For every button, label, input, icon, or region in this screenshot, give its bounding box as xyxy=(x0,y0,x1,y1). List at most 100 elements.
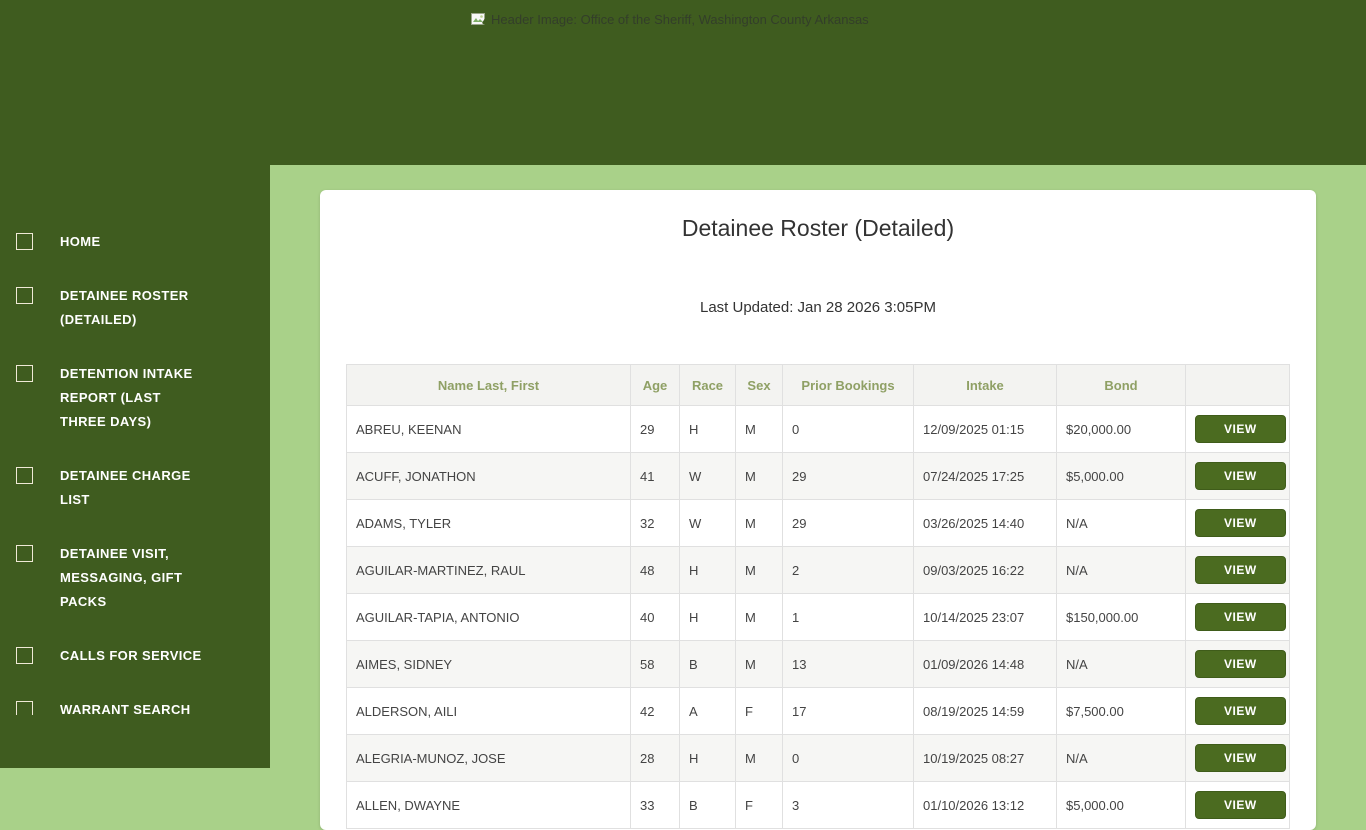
sidebar-menu-item[interactable]: DETAINEE VISIT, MESSAGING, GIFT PACKS xyxy=(16,542,270,614)
cell-age: 32 xyxy=(630,499,680,547)
sidebar-menu-item[interactable]: DETAINEE CHARGE LIST xyxy=(16,464,270,512)
sidebar-item-label: DETAINEE VISIT, MESSAGING, GIFT PACKS xyxy=(60,546,183,609)
cell-age: 33 xyxy=(630,781,680,829)
sidebar-item-label: DETAINEE ROSTER (DETAILED) xyxy=(60,288,189,327)
view-button[interactable]: VIEW xyxy=(1195,415,1286,443)
cell-intake: 01/10/2026 13:12 xyxy=(913,781,1057,829)
cell-sex: M xyxy=(735,405,783,453)
cell-intake: 10/14/2025 23:07 xyxy=(913,593,1057,641)
menu-item-broken-image-icon xyxy=(16,545,33,562)
main-card: Detainee Roster (Detailed) Last Updated:… xyxy=(320,190,1316,830)
table-row: ALLEN, DWAYNE 33 B F 3 01/10/2026 13:12 … xyxy=(346,781,1290,829)
broken-image-icon xyxy=(471,12,487,25)
cell-name: ALEGRIA-MUNOZ, JOSE xyxy=(346,734,631,782)
column-header: Sex xyxy=(735,364,783,406)
cell-race: W xyxy=(679,452,736,500)
cell-sex: F xyxy=(735,781,783,829)
sidebar-item-label: DETAINEE CHARGE LIST xyxy=(60,468,191,507)
roster-table-body: ABREU, KEENAN 29 H M 0 12/09/2025 01:15 … xyxy=(346,405,1290,829)
header-image-broken: Header Image: Office of the Sheriff, Was… xyxy=(471,12,869,27)
page-title: Detainee Roster (Detailed) xyxy=(681,215,955,241)
cell-bond: N/A xyxy=(1056,546,1186,594)
view-button[interactable]: VIEW xyxy=(1195,791,1286,819)
table-row: AIMES, SIDNEY 58 B M 13 01/09/2026 14:48… xyxy=(346,640,1290,688)
sidebar-item-label: WARRANT SEARCH xyxy=(60,702,191,715)
cell-intake: 12/09/2025 01:15 xyxy=(913,405,1057,453)
cell-bond: $5,000.00 xyxy=(1056,781,1186,829)
cell-name: ABREU, KEENAN xyxy=(346,405,631,453)
cell-race: A xyxy=(679,687,736,735)
menu-item-broken-image-icon xyxy=(16,467,33,484)
cell-bond: $5,000.00 xyxy=(1056,452,1186,500)
cell-prior-bookings: 1 xyxy=(782,593,914,641)
cell-race: H xyxy=(679,546,736,594)
cell-name: ADAMS, TYLER xyxy=(346,499,631,547)
column-header: Race xyxy=(679,364,736,406)
sidebar-menu-item[interactable]: DETENTION INTAKE REPORT (LAST THREE DAYS… xyxy=(16,362,270,434)
cell-sex: M xyxy=(735,546,783,594)
cell-sex: M xyxy=(735,734,783,782)
cell-prior-bookings: 3 xyxy=(782,781,914,829)
column-header: Prior Bookings xyxy=(782,364,914,406)
cell-bond: N/A xyxy=(1056,734,1186,782)
roster-table-header: Name Last, First Age Race Sex Prior Bookings… xyxy=(346,364,1290,406)
cell-age: 40 xyxy=(630,593,680,641)
cell-bond: $20,000.00 xyxy=(1056,405,1186,453)
sidebar-item-label: DETENTION INTAKE REPORT (LAST THREE DAYS… xyxy=(60,366,193,429)
table-row: AGUILAR-TAPIA, ANTONIO 40 H M 1 10/14/20… xyxy=(346,593,1290,641)
cell-name: ACUFF, JONATHON xyxy=(346,452,631,500)
cell-view: VIEW xyxy=(1185,593,1290,641)
cell-bond: N/A xyxy=(1056,640,1186,688)
cell-race: H xyxy=(679,734,736,782)
cell-name: AGUILAR-MARTINEZ, RAUL xyxy=(346,546,631,594)
view-button[interactable]: VIEW xyxy=(1195,697,1286,725)
cell-intake: 07/24/2025 17:25 xyxy=(913,452,1057,500)
sidebar-menu-item[interactable]: HOME xyxy=(16,230,270,254)
cell-prior-bookings: 13 xyxy=(782,640,914,688)
cell-view: VIEW xyxy=(1185,546,1290,594)
last-updated-text: Last Updated: Jan 28 2026 3:05PM xyxy=(699,299,936,316)
table-row: ABREU, KEENAN 29 H M 0 12/09/2025 01:15 … xyxy=(346,405,1290,453)
cell-intake: 10/19/2025 08:27 xyxy=(913,734,1057,782)
sidebar-menu: HOME DETAINEE ROSTER (DETAILED) DETENTIO… xyxy=(0,230,270,715)
menu-item-broken-image-icon xyxy=(16,233,33,250)
cell-intake: 08/19/2025 14:59 xyxy=(913,687,1057,735)
table-row: ACUFF, JONATHON 41 W M 29 07/24/2025 17:… xyxy=(346,452,1290,500)
cell-sex: F xyxy=(735,687,783,735)
cell-prior-bookings: 29 xyxy=(782,499,914,547)
cell-race: W xyxy=(679,499,736,547)
menu-item-broken-image-icon xyxy=(16,365,33,382)
cell-age: 48 xyxy=(630,546,680,594)
cell-intake: 01/09/2026 14:48 xyxy=(913,640,1057,688)
cell-name: AGUILAR-TAPIA, ANTONIO xyxy=(346,593,631,641)
cell-prior-bookings: 2 xyxy=(782,546,914,594)
table-row: ADAMS, TYLER 32 W M 29 03/26/2025 14:40 … xyxy=(346,499,1290,547)
cell-view: VIEW xyxy=(1185,640,1290,688)
column-header: Age xyxy=(630,364,680,406)
cell-sex: M xyxy=(735,499,783,547)
sidebar-item-label: CALLS FOR SERVICE xyxy=(60,648,202,663)
sidebar-menu-item[interactable]: WARRANT SEARCH xyxy=(16,698,270,715)
sidebar: HOME DETAINEE ROSTER (DETAILED) DETENTIO… xyxy=(0,0,270,768)
sidebar-menu-item[interactable]: CALLS FOR SERVICE xyxy=(16,644,270,668)
cell-view: VIEW xyxy=(1185,452,1290,500)
cell-name: ALDERSON, AILI xyxy=(346,687,631,735)
cell-prior-bookings: 0 xyxy=(782,734,914,782)
cell-race: H xyxy=(679,405,736,453)
cell-sex: M xyxy=(735,452,783,500)
column-header: Name Last, First xyxy=(346,364,631,406)
view-button[interactable]: VIEW xyxy=(1195,509,1286,537)
cell-age: 42 xyxy=(630,687,680,735)
view-button[interactable]: VIEW xyxy=(1195,603,1286,631)
cell-name: AIMES, SIDNEY xyxy=(346,640,631,688)
cell-view: VIEW xyxy=(1185,781,1290,829)
view-button[interactable]: VIEW xyxy=(1195,650,1286,678)
view-button[interactable]: VIEW xyxy=(1195,462,1286,490)
detainee-roster-table: Name Last, First Age Race Sex Prior Bookings… xyxy=(346,364,1290,829)
view-button[interactable]: VIEW xyxy=(1195,556,1286,584)
column-header: Bond xyxy=(1056,364,1186,406)
header-row: Name Last, First Age Race Sex Prior Bookings… xyxy=(346,364,1290,406)
sidebar-menu-item[interactable]: DETAINEE ROSTER (DETAILED) xyxy=(16,284,270,332)
cell-age: 29 xyxy=(630,405,680,453)
cell-age: 58 xyxy=(630,640,680,688)
